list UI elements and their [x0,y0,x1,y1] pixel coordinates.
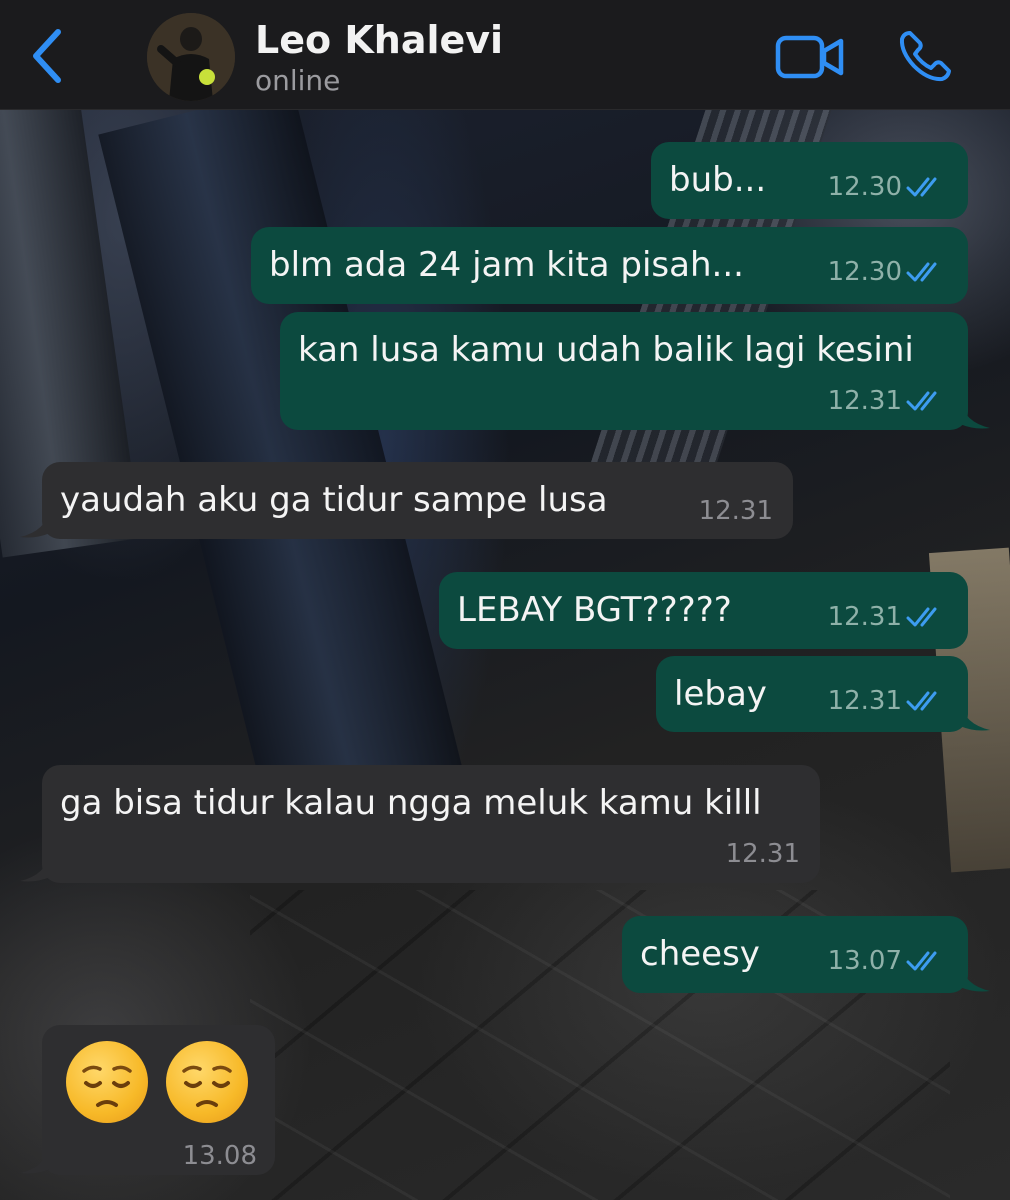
video-camera-icon [775,35,844,79]
message-text: yaudah aku ga tidur sampe lusa [60,480,608,520]
message-meta: 12.31 [828,386,946,416]
chevron-left-icon [33,29,61,83]
bubble-tail [20,509,50,538]
double-check-read-icon [906,607,937,627]
message-text: kan lusa kamu udah balik lagi kesini [298,330,914,370]
message-time: 12.31 [827,602,902,632]
bubble-tail [960,963,990,992]
bubble-tail [960,400,990,429]
message-meta: 12.31 [828,602,946,632]
message-time: 12.31 [725,839,800,869]
pensive-face-icon [66,1041,148,1123]
message-meta: 12.31 [726,839,800,869]
chat-header: Leo Khalevi online [0,0,1010,110]
bubble-tail [20,853,50,882]
contact-status: online [255,64,341,97]
pensive-face-icon [166,1041,248,1123]
double-check-read-icon [906,691,937,711]
message-time: 12.30 [827,172,902,202]
double-check-read-icon [906,391,937,411]
message-text: cheesy [640,934,760,974]
voice-call-button[interactable] [896,28,956,84]
message-bubble-outgoing[interactable]: LEBAY BGT????? 12.31 [439,572,968,649]
message-bubble-outgoing[interactable]: lebay 12.31 [656,656,990,732]
message-bubble-incoming[interactable]: yaudah aku ga tidur sampe lusa 12.31 [20,462,793,539]
avatar[interactable] [147,13,235,101]
message-bubble-outgoing[interactable]: bub... 12.30 [651,142,968,219]
avatar-photo [147,13,235,101]
double-check-read-icon [906,177,937,197]
message-bubble-outgoing[interactable]: cheesy 13.07 [622,916,990,993]
message-text: bub... [669,160,767,200]
message-text: lebay [674,674,767,714]
video-call-button[interactable] [775,34,845,80]
bubble-tail [960,702,990,731]
message-text: ga bisa tidur kalau ngga meluk kamu kill… [60,783,762,823]
message-meta: 12.30 [828,172,946,202]
back-button[interactable] [22,26,72,86]
message-time: 12.31 [827,386,902,416]
message-meta: 13.07 [828,946,946,976]
bubble-tail [20,1145,50,1174]
message-time: 12.31 [698,496,773,526]
message-time: 12.31 [827,686,902,716]
message-bubble-incoming[interactable]: 13.08 [20,1025,275,1175]
message-meta: 12.30 [828,257,946,287]
message-bubble-outgoing[interactable]: blm ada 24 jam kita pisah... 12.30 [251,227,968,304]
message-time: 12.30 [827,257,902,287]
phone-icon [899,31,951,82]
message-text: LEBAY BGT????? [457,590,732,630]
message-bubble-incoming[interactable]: ga bisa tidur kalau ngga meluk kamu kill… [20,765,820,883]
message-meta: 12.31 [828,686,946,716]
message-bubble-outgoing[interactable]: kan lusa kamu udah balik lagi kesini 12.… [280,312,990,430]
message-text: blm ada 24 jam kita pisah... [269,245,744,285]
message-time: 13.08 [182,1141,257,1171]
message-meta: 13.08 [183,1141,257,1171]
double-check-read-icon [906,951,937,971]
message-time: 13.07 [827,946,902,976]
message-meta: 12.31 [699,496,773,526]
contact-name[interactable]: Leo Khalevi [255,18,503,62]
double-check-read-icon [906,262,937,282]
